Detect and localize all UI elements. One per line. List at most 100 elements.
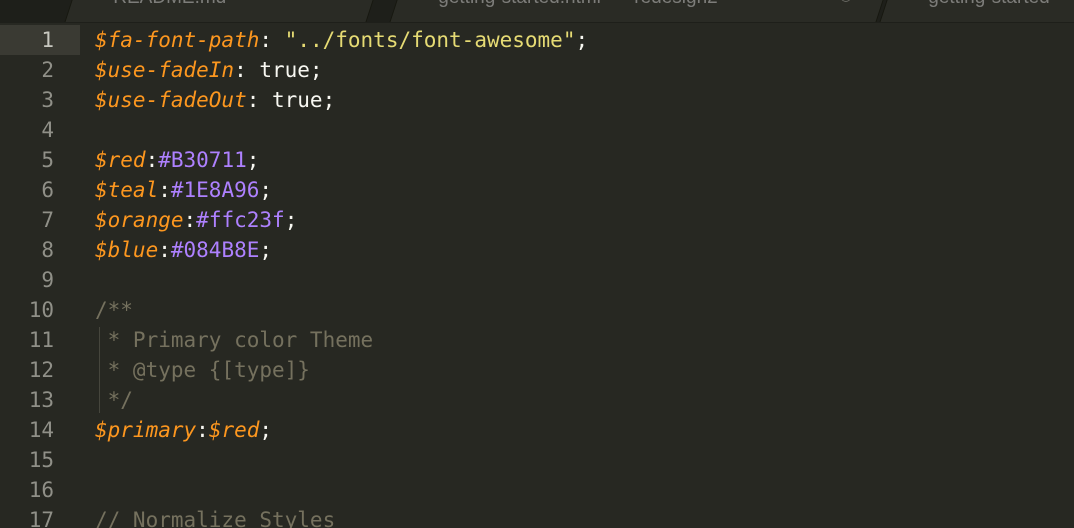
code-token-punc: : true; bbox=[234, 58, 323, 82]
code-line[interactable]: 8 $blue:#084B8E; bbox=[0, 235, 1074, 265]
code-line[interactable]: 2 $use-fadeIn: true; bbox=[0, 55, 1074, 85]
code-token-cmt: /** bbox=[95, 298, 133, 322]
line-gutter: 4 bbox=[0, 115, 80, 145]
line-code: $orange:#ffc23f; bbox=[95, 205, 297, 235]
line-gutter: 3 bbox=[0, 85, 80, 115]
line-gutter: 13 bbox=[0, 385, 80, 415]
line-gutter: 7 bbox=[0, 205, 80, 235]
code-token-punc: ; bbox=[246, 148, 260, 172]
line-number: 3 bbox=[41, 88, 54, 112]
code-line[interactable]: 3 $use-fadeOut: true; bbox=[0, 85, 1074, 115]
line-number: 13 bbox=[28, 388, 54, 412]
line-code: $red:#B30711; bbox=[95, 145, 259, 175]
line-gutter: 2 bbox=[0, 55, 80, 85]
line-number: 9 bbox=[41, 268, 54, 292]
line-code: $use-fadeIn: true; bbox=[95, 55, 323, 85]
line-number: 1 bbox=[41, 28, 54, 52]
code-token-num: #B30711 bbox=[158, 148, 247, 172]
code-line[interactable]: 17 // Normalize Styles bbox=[0, 505, 1074, 528]
line-gutter: 12 bbox=[0, 355, 80, 385]
indent-guide bbox=[99, 327, 100, 413]
line-number: 2 bbox=[41, 58, 54, 82]
line-code: $blue:#084B8E; bbox=[95, 235, 272, 265]
line-gutter: 15 bbox=[0, 445, 80, 475]
code-token-var: $primary bbox=[95, 418, 197, 442]
code-token-punc: : bbox=[145, 148, 159, 172]
code-line[interactable]: 9 bbox=[0, 265, 1074, 295]
line-number: 4 bbox=[41, 118, 54, 142]
code-token-var: $blue bbox=[95, 238, 159, 262]
line-number: 5 bbox=[41, 148, 54, 172]
tab-getting-started-html[interactable]: getting-started.html redesign2 ○ bbox=[389, 0, 888, 22]
tab-label: README.md bbox=[73, 0, 226, 8]
code-token-punc: : bbox=[158, 238, 171, 262]
tab-label: getting-started.html bbox=[398, 0, 601, 8]
line-number: 10 bbox=[28, 298, 54, 322]
line-code: $teal:#1E8A96; bbox=[95, 175, 272, 205]
tab-bar: README.md getting-started.html redesign2… bbox=[0, 0, 1074, 23]
line-number: 6 bbox=[41, 178, 54, 202]
code-line[interactable]: 1 $fa-font-path: "../fonts/font-awesome"; bbox=[0, 25, 1074, 55]
code-token-punc: : true; bbox=[246, 88, 336, 112]
code-token-punc: ; bbox=[284, 208, 298, 232]
line-gutter: 6 bbox=[0, 175, 80, 205]
line-gutter: 8 bbox=[0, 235, 80, 265]
code-token-punc: ; bbox=[259, 238, 273, 262]
code-line[interactable]: 6 $teal:#1E8A96; bbox=[0, 175, 1074, 205]
code-line[interactable]: 11 * Primary color Theme bbox=[0, 325, 1074, 355]
line-number: 11 bbox=[28, 328, 54, 352]
code-token-num: #ffc23f bbox=[196, 208, 285, 232]
code-line[interactable]: 16 bbox=[0, 475, 1074, 505]
line-code: // Normalize Styles bbox=[95, 505, 335, 528]
code-token-cmt: // Normalize Styles bbox=[95, 508, 336, 528]
code-line[interactable]: 10 /** bbox=[0, 295, 1074, 325]
code-token-var: $orange bbox=[95, 208, 184, 232]
tab-readme[interactable]: README.md bbox=[64, 0, 378, 22]
line-number: 16 bbox=[28, 478, 54, 502]
code-token-punc: : bbox=[196, 418, 209, 442]
line-number: 7 bbox=[41, 208, 54, 232]
line-gutter: 9 bbox=[0, 265, 80, 295]
line-code: * @type {[type]} bbox=[95, 355, 310, 385]
code-token-punc: : bbox=[259, 28, 285, 52]
code-token-punc: : bbox=[158, 178, 171, 202]
code-line[interactable]: 14 $primary:$red; bbox=[0, 415, 1074, 445]
line-code: * Primary color Theme bbox=[95, 325, 374, 355]
tab-getting-started[interactable]: getting-started bbox=[879, 0, 1074, 22]
code-token-cmt: * Primary color Theme bbox=[95, 328, 374, 352]
code-token-var: $use-fadeOut bbox=[95, 88, 247, 112]
line-gutter: 16 bbox=[0, 475, 80, 505]
code-token-var: $red bbox=[208, 418, 260, 442]
code-token-punc: ; bbox=[575, 28, 589, 52]
line-code: /** bbox=[95, 295, 133, 325]
code-token-var: $red bbox=[95, 148, 146, 172]
line-code: $fa-font-path: "../fonts/font-awesome"; bbox=[95, 25, 588, 55]
line-gutter: 17 bbox=[0, 505, 80, 528]
code-token-var: $teal bbox=[95, 178, 159, 202]
line-number: 17 bbox=[28, 508, 54, 528]
code-line[interactable]: 5 $red:#B30711; bbox=[0, 145, 1074, 175]
code-line[interactable]: 15 bbox=[0, 445, 1074, 475]
code-line[interactable]: 7 $orange:#ffc23f; bbox=[0, 205, 1074, 235]
code-line[interactable]: 13 */ bbox=[0, 385, 1074, 415]
tab-label: redesign2 bbox=[606, 0, 717, 8]
code-editor[interactable]: 1 $fa-font-path: "../fonts/font-awesome";… bbox=[0, 25, 1074, 528]
code-token-num: #1E8A96 bbox=[170, 178, 260, 202]
code-token-punc: : bbox=[183, 208, 197, 232]
code-token-punc: ; bbox=[259, 418, 273, 442]
line-gutter: 14 bbox=[0, 415, 80, 445]
code-token-var: $use-fadeIn bbox=[95, 58, 235, 82]
close-icon[interactable]: ○ bbox=[839, 0, 852, 4]
code-line[interactable]: 12 * @type {[type]} bbox=[0, 355, 1074, 385]
code-token-var: $fa-font-path bbox=[95, 28, 260, 52]
code-token-punc: ; bbox=[259, 178, 273, 202]
line-gutter: 1 bbox=[0, 25, 80, 55]
line-gutter: 5 bbox=[0, 145, 80, 175]
line-gutter: 10 bbox=[0, 295, 80, 325]
code-line[interactable]: 4 bbox=[0, 115, 1074, 145]
line-code: */ bbox=[95, 385, 133, 415]
line-gutter: 11 bbox=[0, 325, 80, 355]
line-number: 14 bbox=[28, 418, 54, 442]
code-token-str: "../fonts/font-awesome" bbox=[284, 28, 576, 52]
line-code: $primary:$red; bbox=[95, 415, 272, 445]
